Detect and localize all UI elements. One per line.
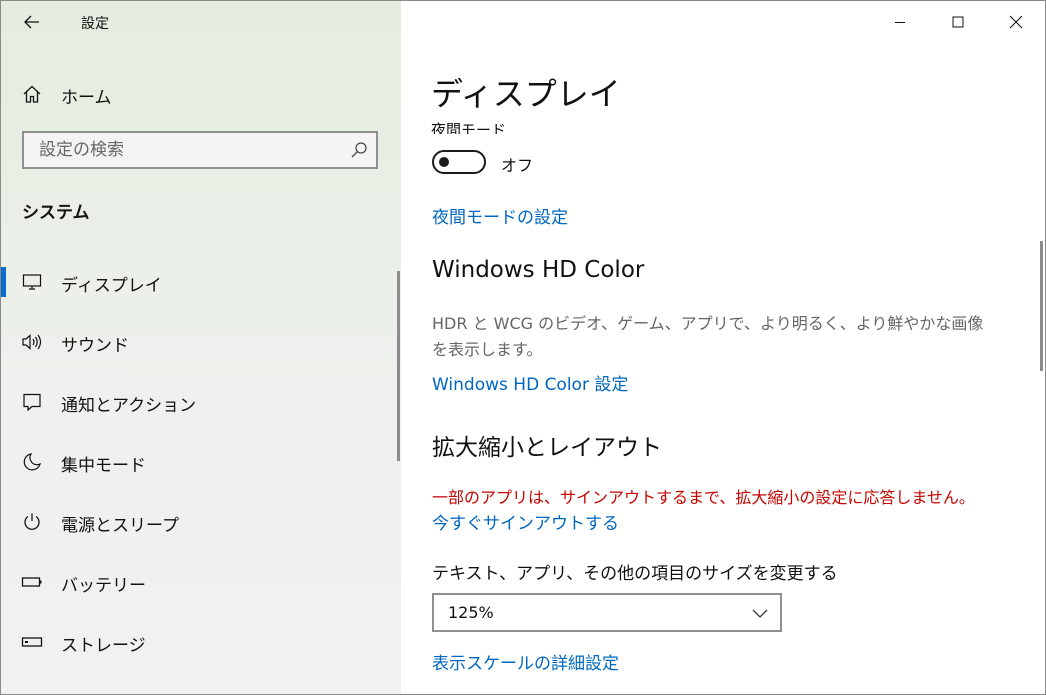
- sidebar-item-home[interactable]: ホーム: [1, 73, 401, 113]
- maximize-icon: [952, 16, 964, 28]
- main-scrollbar[interactable]: [1040, 241, 1043, 371]
- toggle-knob: [439, 157, 449, 167]
- moon-icon: [21, 451, 43, 473]
- scale-dropdown[interactable]: 125%: [432, 593, 782, 632]
- home-icon: [21, 83, 43, 105]
- section-title: システム: [22, 203, 90, 223]
- sidebar-item-label: バッテリー: [61, 576, 146, 596]
- night-mode-label-clip: 夜間モード: [431, 114, 731, 134]
- advanced-scaling-link[interactable]: 表示スケールの詳細設定: [432, 649, 619, 674]
- sidebar-item-label: 集中モード: [61, 456, 146, 476]
- search-box: [22, 131, 378, 169]
- notification-icon: [21, 391, 43, 413]
- close-button[interactable]: [987, 1, 1045, 43]
- hd-color-heading: Windows HD Color: [432, 257, 645, 283]
- main-pane: ディスプレイ 夜間モード オフ 夜間モードの設定 Windows HD Colo…: [401, 1, 1045, 694]
- sidebar-item-notifications[interactable]: 通知とアクション: [1, 373, 401, 433]
- search-icon[interactable]: [350, 141, 368, 159]
- sidebar-item-label: ストレージ: [61, 636, 146, 656]
- app-title: 設定: [81, 16, 109, 32]
- chevron-down-icon: [752, 609, 768, 618]
- size-field-label: テキスト、アプリ、その他の項目のサイズを変更する: [432, 564, 838, 584]
- sidebar: 設定 ホーム システム: [1, 1, 401, 694]
- back-arrow-icon: [24, 15, 39, 29]
- window-controls: [871, 1, 1045, 43]
- night-mode-state: オフ: [501, 156, 534, 175]
- monitor-icon: [21, 271, 43, 293]
- settings-window: 設定 ホーム システム: [0, 0, 1046, 695]
- sidebar-item-label: サウンド: [61, 336, 129, 356]
- night-mode-label: 夜間モード: [431, 121, 507, 134]
- back-button[interactable]: [15, 9, 49, 35]
- sidebar-item-focus[interactable]: 集中モード: [1, 433, 401, 493]
- sidebar-item-storage[interactable]: ストレージ: [1, 613, 401, 673]
- speaker-icon: [21, 331, 43, 353]
- sidebar-item-label: ディスプレイ: [61, 276, 162, 296]
- battery-icon: [21, 571, 43, 593]
- home-label: ホーム: [61, 88, 112, 108]
- power-icon: [21, 511, 43, 533]
- sidebar-item-display[interactable]: ディスプレイ: [1, 253, 401, 313]
- sidebar-scrollbar[interactable]: [397, 271, 400, 461]
- sidebar-nav: ディスプレイ サウンド 通知とアクション 集中モード 電源とスリープ バッテリー…: [1, 253, 401, 673]
- hd-color-settings-link[interactable]: Windows HD Color 設定: [432, 370, 628, 395]
- sidebar-item-sound[interactable]: サウンド: [1, 313, 401, 373]
- sidebar-item-power[interactable]: 電源とスリープ: [1, 493, 401, 553]
- maximize-button[interactable]: [929, 1, 987, 43]
- signout-now-link[interactable]: 今すぐサインアウトする: [432, 509, 619, 534]
- page-title: ディスプレイ: [431, 75, 621, 113]
- sidebar-item-label: 通知とアクション: [61, 396, 197, 416]
- night-mode-settings-link[interactable]: 夜間モードの設定: [432, 203, 568, 228]
- minimize-icon: [895, 22, 905, 23]
- minimize-button[interactable]: [871, 1, 929, 43]
- title-bar: 設定: [1, 1, 401, 43]
- storage-icon: [21, 631, 43, 653]
- search-input[interactable]: [24, 133, 344, 167]
- hd-color-description: HDR と WCG のビデオ、ゲーム、アプリで、より明るく、より鮮やかな画像を表…: [432, 314, 984, 359]
- scale-layout-heading: 拡大縮小とレイアウト: [432, 435, 662, 461]
- close-icon: [1009, 15, 1023, 29]
- sidebar-item-label: 電源とスリープ: [61, 516, 179, 536]
- scale-warning-text: 一部のアプリは、サインアウトするまで、拡大縮小の設定に応答しません。: [432, 488, 975, 507]
- sidebar-item-battery[interactable]: バッテリー: [1, 553, 401, 613]
- night-mode-toggle[interactable]: [432, 150, 486, 174]
- scale-dropdown-value: 125%: [448, 603, 494, 622]
